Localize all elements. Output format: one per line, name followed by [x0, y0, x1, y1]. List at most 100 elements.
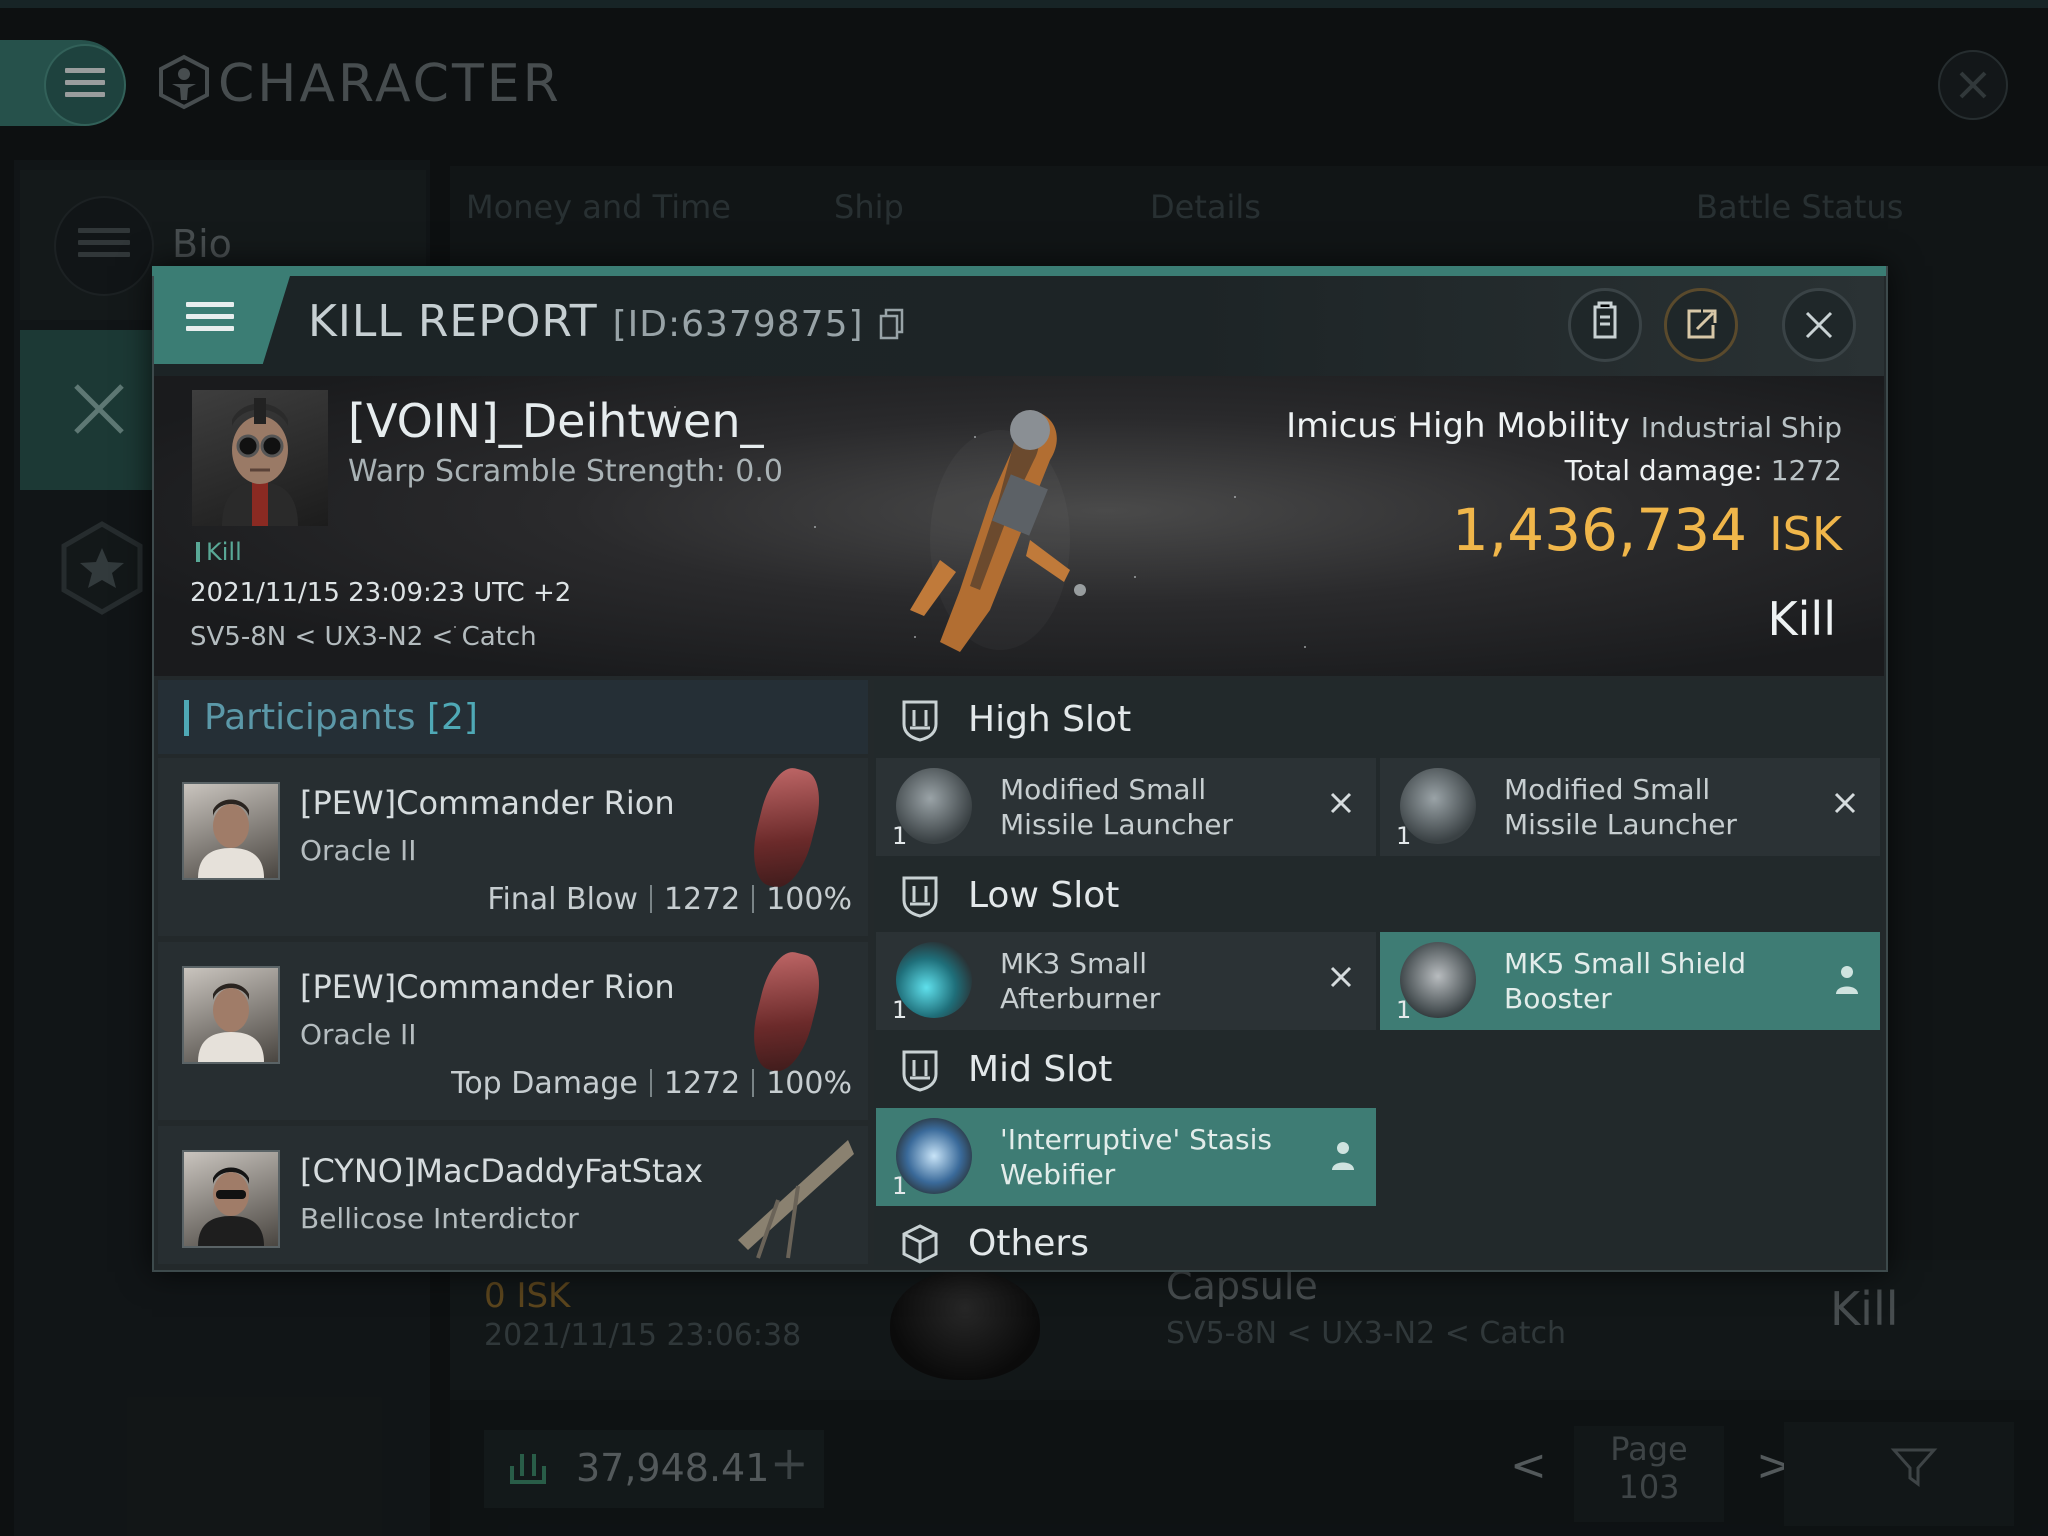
module-quantity: 1: [892, 996, 908, 1024]
module-name-line2: Booster: [1504, 982, 1612, 1015]
isk-unit: ISK: [1769, 507, 1842, 561]
victim-name[interactable]: [VOIN]_Deihtwen_: [348, 394, 764, 448]
participant-stats: Top Damage 1272 100%: [352, 1066, 852, 1101]
ship-class: Industrial Ship: [1640, 411, 1842, 444]
module-name: Modified Small Missile Launcher: [1000, 772, 1233, 842]
kill-report-title: KILL REPORT [ID:6379875]: [308, 296, 905, 347]
isk-lost: 1,436,734 ISK: [1100, 496, 1842, 564]
module-quantity: 1: [1396, 822, 1412, 850]
avatar: [198, 799, 264, 878]
participant-avatar: [182, 1150, 280, 1248]
dropped-person-icon: [1836, 966, 1858, 994]
participant-percent: 100%: [766, 882, 852, 917]
isk-value: 1,436,734: [1451, 496, 1748, 564]
participants-label: Participants: [204, 697, 416, 738]
kill-location: SV5-8N < UX3-N2 < Catch: [190, 622, 537, 652]
destroyed-icon: [1834, 792, 1856, 814]
total-damage-value: 1272: [1770, 454, 1842, 487]
kill-tag: Kill: [196, 538, 242, 566]
participant-name: [CYNO]MacDaddyFatStax: [300, 1152, 704, 1190]
slot-shield-icon: [902, 700, 938, 742]
participant-damage: 1272: [663, 1066, 741, 1101]
participant-damage: 1272: [663, 882, 741, 917]
participant-avatar: [182, 782, 280, 880]
module-item[interactable]: 1 MK3 Small Afterburner: [876, 932, 1376, 1030]
total-damage: Total damage: 1272: [1100, 454, 1842, 487]
avatar: [198, 1167, 264, 1246]
module-name: MK5 Small Shield Booster: [1504, 946, 1746, 1016]
low-slot-header: Low Slot: [874, 856, 1882, 938]
module-name-line1: MK5 Small Shield: [1504, 947, 1746, 980]
module-name-line1: 'Interruptive' Stasis: [1000, 1123, 1272, 1156]
module-quantity: 1: [892, 822, 908, 850]
report-notes-button[interactable]: [1568, 288, 1642, 362]
participant-role: Top Damage: [451, 1066, 638, 1101]
module-quantity: 1: [1396, 996, 1412, 1024]
participant-ship-image: [738, 1140, 854, 1259]
mid-slot-header: Mid Slot: [874, 1030, 1882, 1112]
module-name-line2: Webifier: [1000, 1158, 1116, 1191]
cargo-box-icon: [902, 1224, 938, 1264]
low-slot-title: Low Slot: [968, 875, 1120, 916]
ship-name: Imicus High Mobility: [1286, 406, 1630, 446]
module-name-line1: Modified Small: [1000, 773, 1207, 806]
participant-ship: Bellicose Interdictor: [300, 1202, 579, 1235]
participant-ship-image: [744, 763, 828, 893]
participant-name: [PEW]Commander Rion: [300, 968, 675, 1006]
destroyed-icon: [1330, 966, 1352, 988]
participants-title: Participants [2]: [204, 697, 478, 738]
victim-ship-image[interactable]: [880, 390, 1110, 670]
module-item[interactable]: 1 Modified Small Missile Launcher: [876, 758, 1376, 856]
share-icon: [1687, 309, 1717, 339]
kill-datetime: 2021/11/15 23:09:23 UTC +2: [190, 578, 572, 608]
kill-report-title-text: KILL REPORT: [308, 296, 598, 347]
menu-icon: [186, 302, 234, 332]
participant-ship: Oracle II: [300, 1018, 417, 1051]
participant-avatar: [182, 966, 280, 1064]
participant-stats: Final Blow 1272 100%: [352, 882, 852, 917]
afterburner-icon: [896, 942, 972, 1018]
participant-ship: Oracle II: [300, 834, 417, 867]
avatar: [198, 983, 264, 1062]
participant-row[interactable]: [PEW]Commander Rion Oracle II Top Damage…: [158, 942, 868, 1120]
close-kill-report-button[interactable]: [1782, 288, 1856, 362]
shield-booster-icon: [1400, 942, 1476, 1018]
others-title: Others: [968, 1223, 1089, 1264]
high-slot-title: High Slot: [968, 699, 1132, 740]
participants-count: [2]: [426, 697, 478, 738]
kill-report-id: [ID:6379875]: [612, 304, 864, 345]
warp-scramble-strength: Warp Scramble Strength: 0.0: [348, 454, 784, 489]
module-item[interactable]: 1 Modified Small Missile Launcher: [1380, 758, 1880, 856]
share-button[interactable]: [1664, 288, 1738, 362]
slot-shield-icon: [902, 876, 938, 918]
victim-ship[interactable]: Imicus High Mobility Industrial Ship: [1100, 406, 1842, 446]
kill-tag-label: Kill: [206, 538, 242, 566]
module-quantity: 1: [892, 1172, 908, 1200]
missile-launcher-icon: [896, 768, 972, 844]
module-name-line1: MK3 Small: [1000, 947, 1147, 980]
module-name: MK3 Small Afterburner: [1000, 946, 1160, 1016]
total-damage-label: Total damage:: [1564, 454, 1763, 487]
participants-marker: [184, 700, 189, 736]
module-item[interactable]: 1 'Interruptive' Stasis Webifier: [876, 1108, 1376, 1206]
others-header: Others: [874, 1206, 1882, 1266]
kill-result: Kill: [1767, 592, 1836, 646]
copy-icon[interactable]: [879, 308, 905, 340]
module-item[interactable]: 1 MK5 Small Shield Booster: [1380, 932, 1880, 1030]
clipboard-icon: [1593, 301, 1617, 339]
module-name-line2: Missile Launcher: [1504, 808, 1737, 841]
missile-launcher-icon: [1400, 768, 1476, 844]
module-name: Modified Small Missile Launcher: [1504, 772, 1737, 842]
avatar: [222, 398, 298, 526]
close-icon: [1805, 311, 1833, 339]
participant-row[interactable]: [CYNO]MacDaddyFatStax Bellicose Interdic…: [158, 1126, 868, 1264]
participant-name: [PEW]Commander Rion: [300, 784, 675, 822]
high-slot-header: High Slot: [874, 680, 1882, 762]
participant-role: Final Blow: [487, 882, 638, 917]
victim-portrait[interactable]: [192, 390, 328, 526]
mid-slot-title: Mid Slot: [968, 1049, 1113, 1090]
stasis-webifier-icon: [896, 1118, 972, 1194]
participant-row[interactable]: [PEW]Commander Rion Oracle II Final Blow…: [158, 758, 868, 936]
destroyed-icon: [1330, 792, 1352, 814]
module-name-line2: Missile Launcher: [1000, 808, 1233, 841]
